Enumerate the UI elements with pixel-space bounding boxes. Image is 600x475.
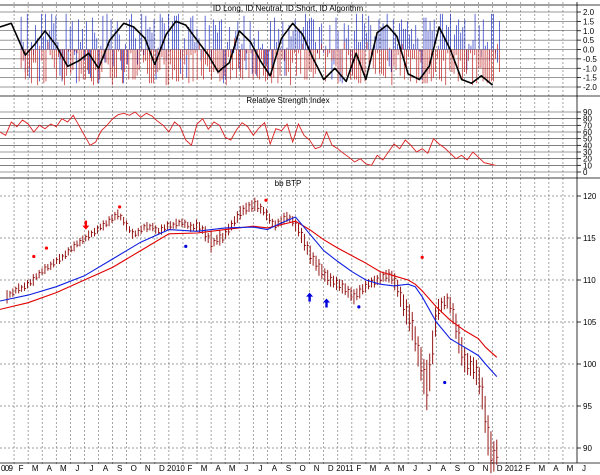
y-tick-label: 115 bbox=[583, 234, 596, 243]
chart-root: 2.0 1.5 1.0 0.5 0.0 -0.5 -1.0 -1.5 -2.0 ID Long, … bbox=[0, 0, 600, 475]
y-tick-label: 0.5 bbox=[583, 36, 595, 45]
x-tick-label: M bbox=[60, 464, 67, 473]
y-tick-label: -1.0 bbox=[583, 64, 597, 73]
x-tick-label: D bbox=[159, 464, 165, 473]
x-tick-label: M bbox=[370, 464, 377, 473]
y-tick-label: 0.0 bbox=[583, 46, 595, 55]
x-tick-label: 2010 bbox=[167, 464, 185, 473]
signal-dot bbox=[44, 246, 49, 250]
panel-title: bb BTP bbox=[275, 179, 302, 188]
x-tick-label: A bbox=[441, 464, 447, 473]
y-tick-label: 1.5 bbox=[583, 17, 595, 26]
signal-dot bbox=[118, 205, 122, 209]
signal-dot bbox=[32, 254, 36, 259]
panel-title: Relative Strength Index bbox=[246, 96, 329, 105]
x-tick-label: F bbox=[525, 464, 530, 473]
y-tick-label: -2.0 bbox=[583, 83, 597, 92]
x-tick-label: M bbox=[398, 464, 405, 473]
x-tick-label: D bbox=[328, 464, 334, 473]
panel-title: ID Long, ID Neutral, ID Short, ID Algori… bbox=[213, 4, 364, 13]
x-tick-label: S bbox=[455, 464, 460, 473]
x-tick-label: J bbox=[582, 464, 586, 473]
x-tick-label: S bbox=[286, 464, 291, 473]
x-tick-label: N bbox=[145, 464, 151, 473]
x-tick-label: F bbox=[188, 464, 193, 473]
x-tick-label: 2012 bbox=[505, 464, 523, 473]
signal-dot bbox=[264, 198, 268, 202]
signal-dot bbox=[443, 380, 447, 385]
y-tick-label: -1.5 bbox=[583, 74, 597, 83]
x-tick-label: 2011 bbox=[336, 464, 354, 473]
x-tick-label: M bbox=[201, 464, 208, 473]
x-tick-label: J bbox=[244, 464, 248, 473]
y-tick-label: 95 bbox=[583, 402, 592, 411]
x-tick-label: J bbox=[75, 464, 79, 473]
x-tick-label: M bbox=[229, 464, 236, 473]
x-tick-label: O bbox=[299, 464, 305, 473]
y-tick-label: 2.0 bbox=[583, 8, 595, 17]
x-tick-label: M bbox=[567, 464, 574, 473]
chart-svg: 2.01.51.00.50.0-0.5-1.0-1.5-2.0 ID Long, … bbox=[0, 0, 600, 475]
x-tick-label: N bbox=[314, 464, 320, 473]
y-tick-label: 110 bbox=[583, 276, 596, 285]
x-tick-label: 009 bbox=[1, 464, 14, 473]
y-tick-label: 90 bbox=[583, 444, 592, 453]
x-tick-label: A bbox=[553, 464, 559, 473]
signal-dot bbox=[357, 305, 361, 309]
y-tick-label: 1.0 bbox=[583, 27, 595, 36]
x-tick-label: O bbox=[131, 464, 137, 473]
signal-dot bbox=[184, 244, 188, 248]
x-tick-label: A bbox=[384, 464, 390, 473]
signal-dot bbox=[420, 255, 424, 259]
x-tick-label: A bbox=[215, 464, 221, 473]
x-tick-label: J bbox=[413, 464, 417, 473]
x-tick-label: A bbox=[272, 464, 278, 473]
x-tick-label: A bbox=[103, 464, 109, 473]
x-tick-label: J bbox=[258, 464, 262, 473]
y-tick-label: 120 bbox=[583, 192, 597, 201]
x-tick-label: J bbox=[427, 464, 431, 473]
x-tick-label: O bbox=[468, 464, 474, 473]
x-tick-label: F bbox=[19, 464, 24, 473]
x-tick-label: M bbox=[32, 464, 39, 473]
y-tick-label: 105 bbox=[583, 318, 597, 327]
x-tick-label: S bbox=[117, 464, 122, 473]
x-tick-label: M bbox=[538, 464, 545, 473]
x-tick-label: A bbox=[47, 464, 53, 473]
x-tick-label: N bbox=[483, 464, 489, 473]
x-tick-label: J bbox=[89, 464, 93, 473]
y-tick-label: -0.5 bbox=[583, 55, 597, 64]
y-tick-label: 0 bbox=[583, 168, 588, 177]
x-tick-label: F bbox=[356, 464, 361, 473]
y-tick-label: 100 bbox=[583, 360, 597, 369]
x-tick-label: D bbox=[497, 464, 503, 473]
